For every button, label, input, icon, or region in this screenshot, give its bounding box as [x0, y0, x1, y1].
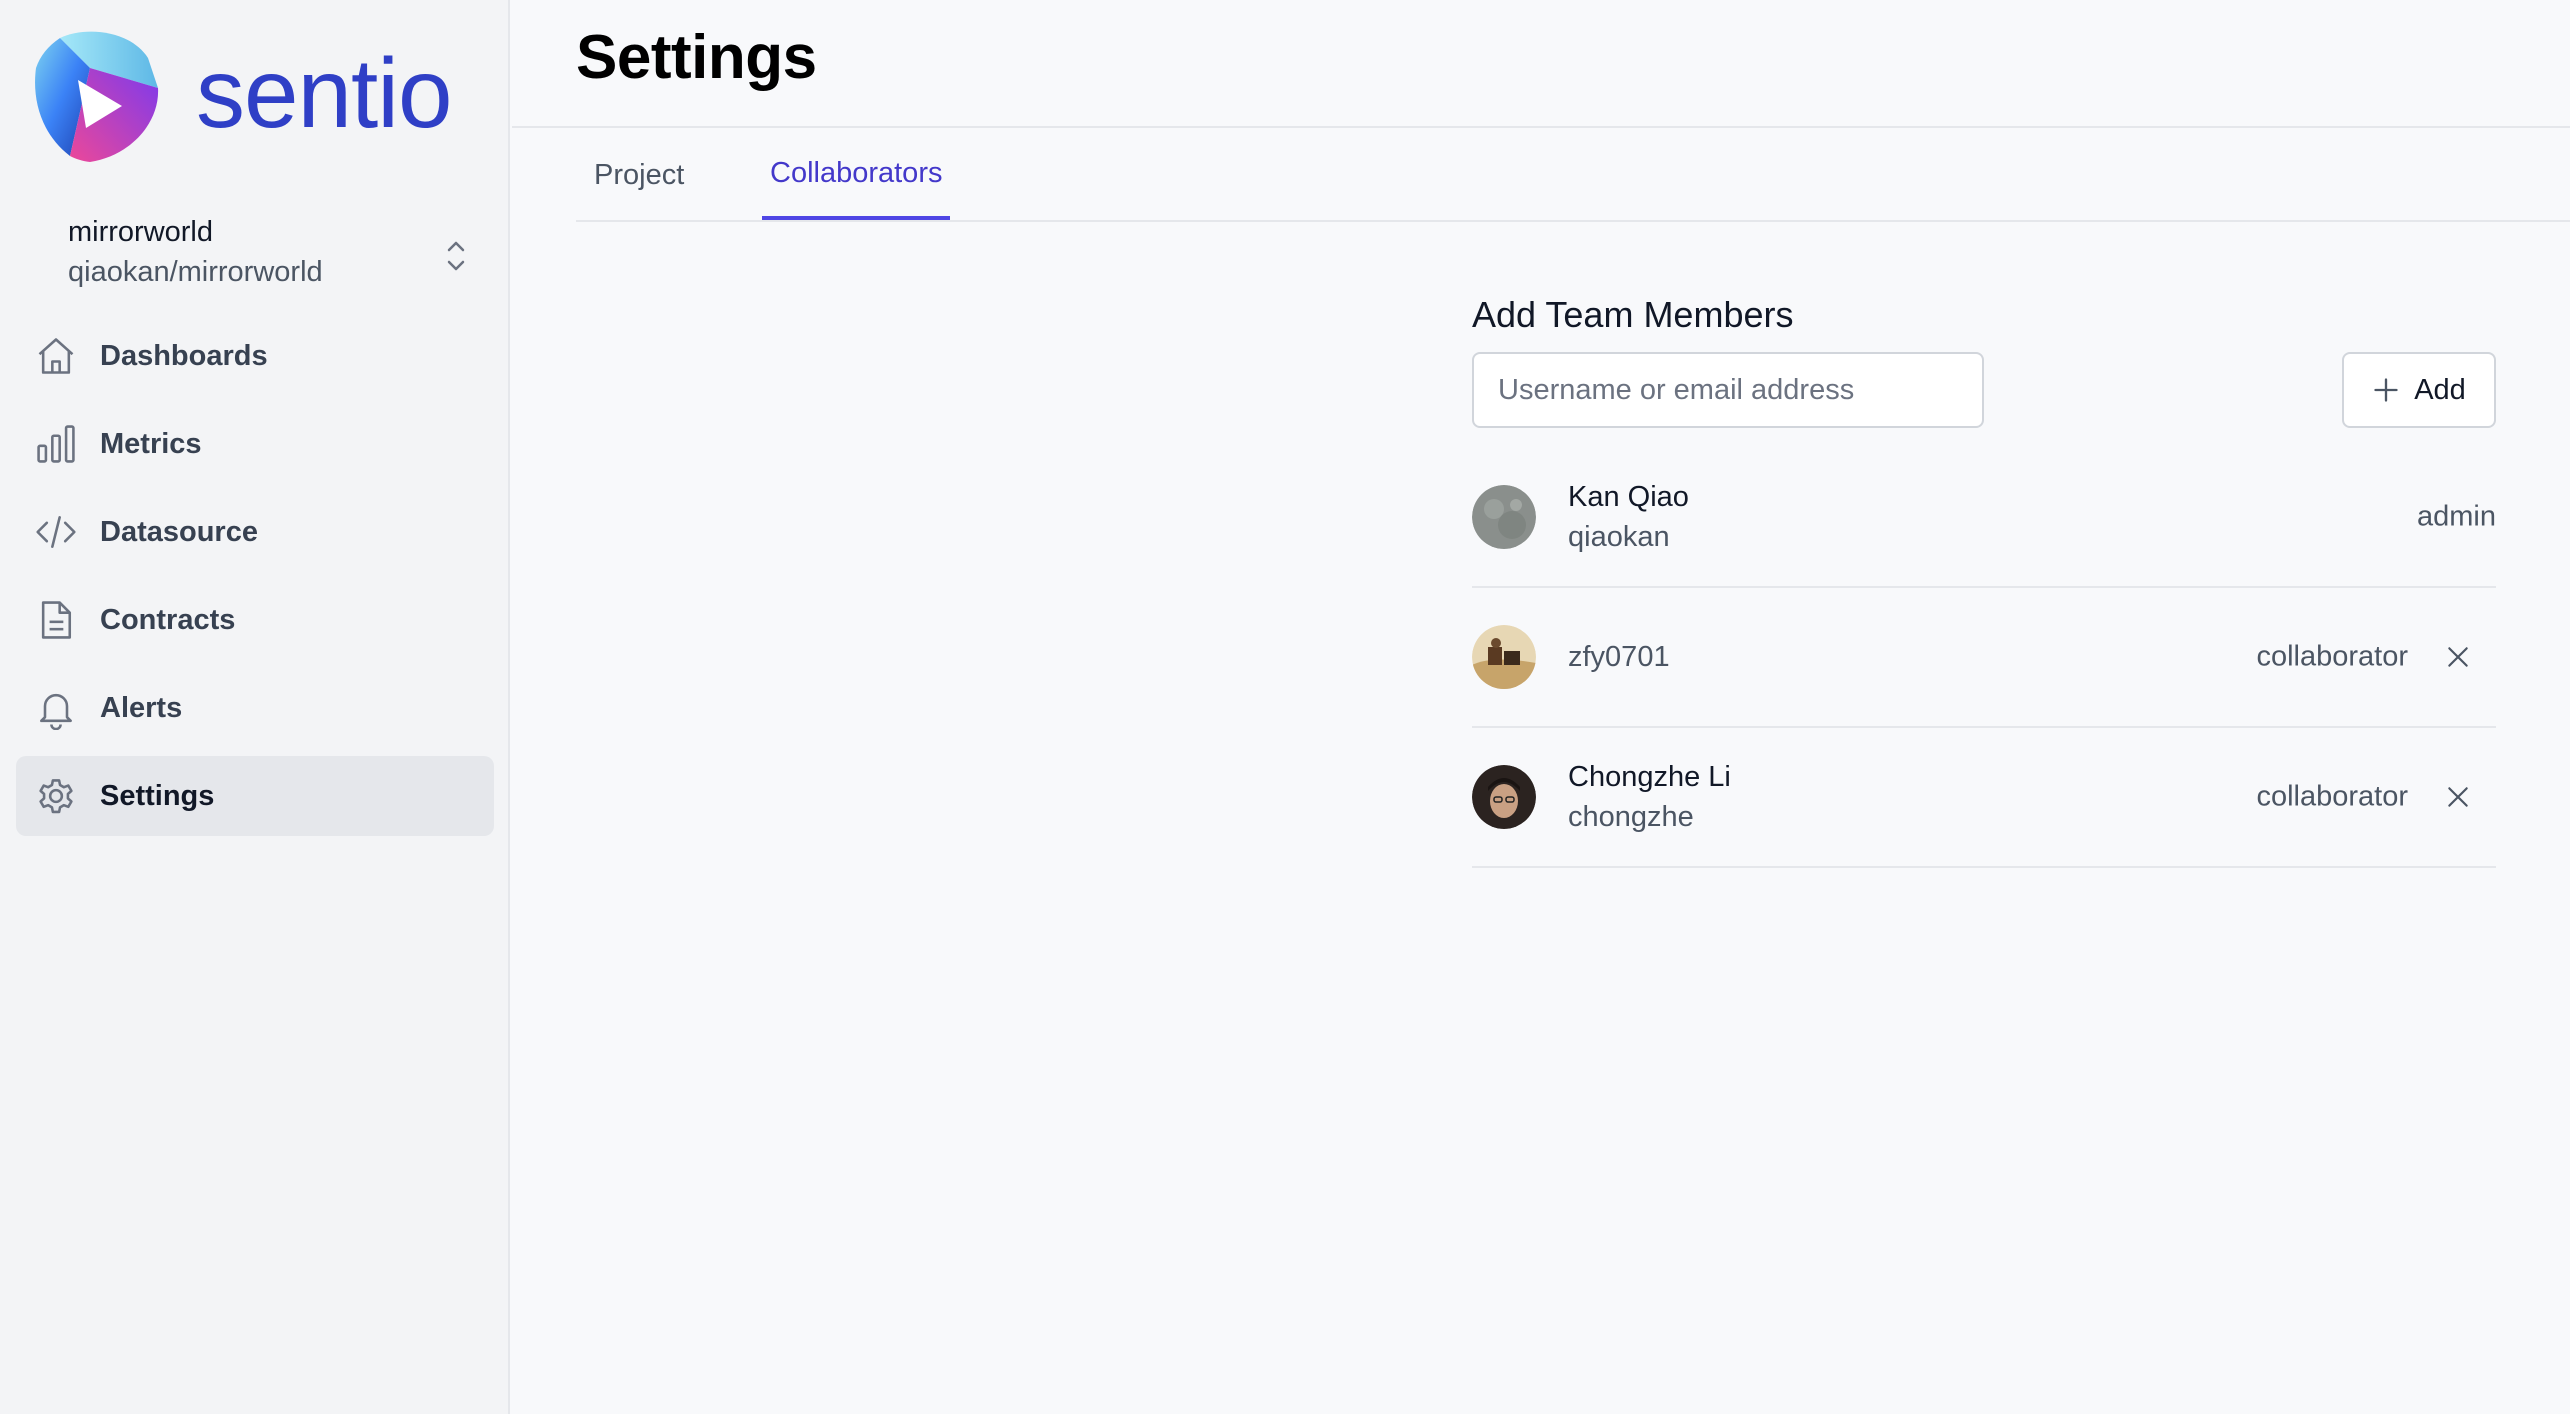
member-info: zfy0701: [1568, 637, 1670, 677]
member-name: Kan Qiao: [1568, 481, 1689, 513]
sidebar-item-label: Dashboards: [100, 339, 268, 372]
close-icon: [2448, 787, 2468, 807]
member-role: admin: [2417, 500, 2496, 533]
settings-tabs: Project Collaborators: [576, 130, 2570, 222]
avatar: [1472, 625, 1536, 689]
close-icon: [2448, 647, 2468, 667]
bell-icon: [34, 686, 78, 730]
page-title: Settings: [576, 23, 817, 92]
sidebar-item-label: Datasource: [100, 515, 258, 548]
remove-member-button[interactable]: [2440, 639, 2476, 675]
home-icon: [34, 334, 78, 378]
tab-project[interactable]: Project: [594, 130, 684, 220]
project-path: qiaokan/mirrorworld: [68, 256, 323, 288]
remove-member-button[interactable]: [2440, 779, 2476, 815]
member-search-input[interactable]: [1472, 352, 1984, 428]
plus-icon: [2374, 378, 2398, 402]
sidebar-item-datasource[interactable]: Datasource: [16, 492, 494, 572]
member-row: Kan Qiao qiaokan admin: [1472, 448, 2496, 588]
member-name: Chongzhe Li: [1568, 761, 1731, 793]
member-list: Kan Qiao qiaokan admin zfy0701 collabora…: [1472, 448, 2496, 868]
gear-icon: [34, 774, 78, 818]
sidebar-item-contracts[interactable]: Contracts: [16, 580, 494, 660]
avatar: [1472, 765, 1536, 829]
bar-chart-icon: [34, 422, 78, 466]
member-row: Chongzhe Li chongzhe collaborator: [1472, 728, 2496, 868]
add-member-row: Add: [1472, 352, 2496, 428]
page-header: Settings: [512, 0, 2570, 128]
sidebar-item-alerts[interactable]: Alerts: [16, 668, 494, 748]
sidebar-item-dashboards[interactable]: Dashboards: [16, 316, 494, 396]
member-username: qiaokan: [1568, 521, 1670, 553]
document-icon: [34, 598, 78, 642]
main-content: Settings Project Collaborators Add Team …: [512, 0, 2570, 1414]
team-members-section: Add Team Members Add: [1472, 290, 2496, 868]
member-role: collaborator: [2256, 780, 2408, 813]
member-username: chongzhe: [1568, 801, 1694, 833]
sidebar: sentio mirrorworld qiaokan/mirrorworld D: [0, 0, 510, 1414]
code-icon: [34, 510, 78, 554]
sentio-logo-icon: [35, 31, 159, 162]
avatar: [1472, 485, 1536, 549]
sidebar-item-label: Contracts: [100, 603, 236, 636]
brand[interactable]: sentio: [30, 28, 453, 163]
add-button-label: Add: [2414, 373, 2466, 406]
sidebar-item-settings[interactable]: Settings: [16, 756, 494, 836]
member-role: collaborator: [2256, 640, 2408, 673]
section-title: Add Team Members: [1472, 294, 1794, 335]
member-info: Kan Qiao qiaokan: [1568, 477, 1689, 557]
add-member-button[interactable]: Add: [2342, 352, 2496, 428]
brand-name: sentio: [196, 37, 453, 148]
project-switcher[interactable]: mirrorworld qiaokan/mirrorworld: [68, 212, 465, 302]
member-row: zfy0701 collaborator: [1472, 588, 2496, 728]
member-username: zfy0701: [1568, 641, 1670, 673]
tab-collaborators[interactable]: Collaborators: [762, 130, 951, 220]
member-info: Chongzhe Li chongzhe: [1568, 757, 1731, 837]
sidebar-nav: Dashboards Metrics Datasource Contracts …: [16, 316, 494, 844]
sidebar-item-label: Settings: [100, 779, 215, 812]
app-window: sentio mirrorworld qiaokan/mirrorworld D: [0, 0, 2570, 1414]
sidebar-item-label: Metrics: [100, 427, 202, 460]
sidebar-item-label: Alerts: [100, 691, 183, 724]
project-name: mirrorworld: [68, 216, 213, 248]
sidebar-item-metrics[interactable]: Metrics: [16, 404, 494, 484]
chevron-updown-icon: [447, 241, 465, 271]
